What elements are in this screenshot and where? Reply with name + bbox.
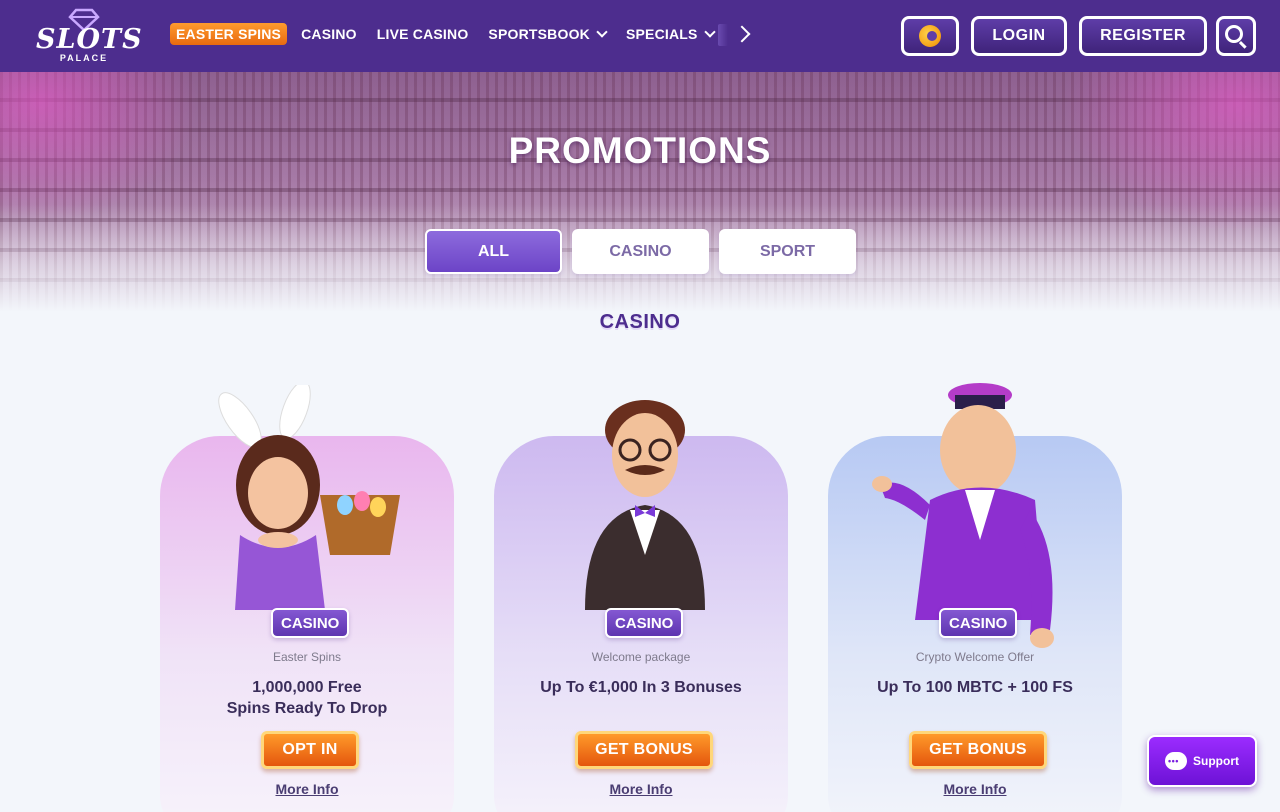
login-button[interactable]: LOGIN <box>971 16 1067 56</box>
opt-in-button[interactable]: OPT IN <box>261 731 359 769</box>
promo-headline: Up To 100 MBTC + 100 FS <box>828 677 1122 698</box>
more-info-link[interactable]: More Info <box>828 781 1122 797</box>
promo-headline-line: Up To 100 MBTC + 100 FS <box>877 679 1073 696</box>
gentleman-host-illustration <box>585 400 705 610</box>
easter-bunny-girl-illustration <box>218 385 400 610</box>
coin-icon <box>919 25 941 47</box>
promo-headline-line: Spins Ready To Drop <box>226 700 388 717</box>
tab-all[interactable]: ALL <box>425 229 562 274</box>
promo-subtitle: Crypto Welcome Offer <box>915 650 1035 664</box>
tab-casino[interactable]: CASINO <box>572 229 709 274</box>
support-chat-button[interactable]: Support <box>1147 735 1257 787</box>
site-logo[interactable]: SLOTS PALACE <box>36 6 143 66</box>
nav-item-label: SPECIALS <box>625 26 698 42</box>
chevron-down-icon <box>703 25 716 38</box>
nav-item-label: SPORTSBOOK <box>488 26 590 42</box>
get-bonus-button[interactable]: GET BONUS <box>575 731 713 769</box>
logo-subtext: PALACE <box>59 53 109 63</box>
promo-headline-line: 1,000,000 Free <box>252 679 362 696</box>
main-nav: EASTER SPINS CASINO LIVE CASINO SPORTSBO… <box>170 23 734 45</box>
promotion-filter-tabs: ALL CASINO SPORT <box>425 229 856 274</box>
get-bonus-button[interactable]: GET BONUS <box>909 731 1047 769</box>
hero-banner <box>0 72 1280 312</box>
category-badge: CASINO <box>605 608 684 638</box>
nav-overflow-fade <box>718 24 728 46</box>
chevron-right-icon[interactable] <box>733 25 751 43</box>
coin-button[interactable] <box>901 16 959 56</box>
promo-subtitle: Easter Spins <box>272 650 342 664</box>
category-badge: CASINO <box>939 608 1018 638</box>
nav-item-live-casino[interactable]: LIVE CASINO <box>377 26 469 42</box>
section-title: CASINO <box>599 311 681 333</box>
search-button[interactable] <box>1216 16 1256 56</box>
more-info-link[interactable]: More Info <box>160 781 454 797</box>
promo-subtitle: Welcome package <box>591 650 691 664</box>
promo-headline-line: Up To €1,000 In 3 Bonuses <box>540 679 742 696</box>
category-badge: CASINO <box>271 608 350 638</box>
tab-sport[interactable]: SPORT <box>719 229 856 274</box>
register-button[interactable]: REGISTER <box>1079 16 1207 56</box>
support-label: Support <box>1193 754 1239 768</box>
chat-bubble-icon <box>1165 752 1187 770</box>
page-title: PROMOTIONS <box>508 130 772 171</box>
chevron-down-icon <box>596 25 608 38</box>
nav-item-casino[interactable]: CASINO <box>301 26 357 42</box>
nav-item-easter-spins[interactable]: EASTER SPINS <box>170 23 288 45</box>
more-info-link[interactable]: More Info <box>494 781 788 797</box>
top-navigation-bar: SLOTS PALACE EASTER SPINS CASINO LIVE CA… <box>0 0 1280 72</box>
search-icon <box>1225 25 1243 43</box>
nav-item-sportsbook[interactable]: SPORTSBOOK <box>488 25 608 42</box>
promo-headline: Up To €1,000 In 3 Bonuses <box>494 677 788 698</box>
logo-wordmark: SLOTS <box>36 24 143 55</box>
promo-headline: 1,000,000 Free Spins Ready To Drop <box>160 677 454 719</box>
nav-item-specials[interactable]: SPECIALS <box>625 25 716 42</box>
